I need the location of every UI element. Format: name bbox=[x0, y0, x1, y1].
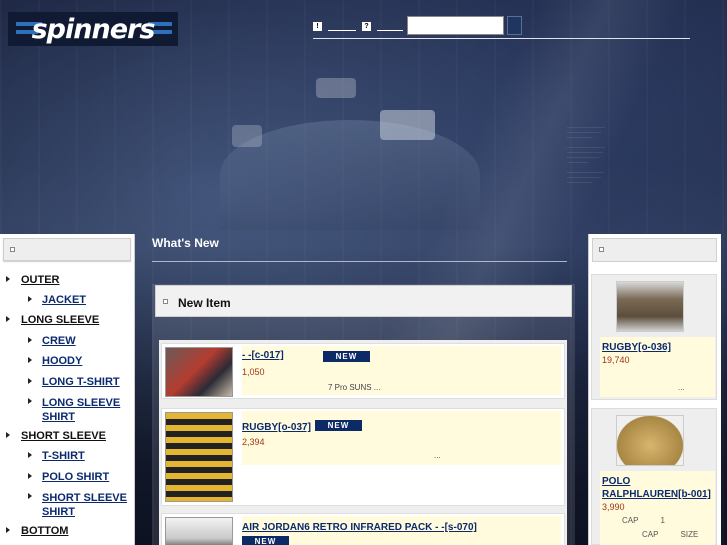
header-divider bbox=[313, 38, 690, 39]
background-car bbox=[316, 78, 356, 98]
ranking-item-note: ... bbox=[678, 383, 685, 392]
ranking-item: RUGBY[o-036] 19,740 ... bbox=[591, 274, 717, 400]
product-image[interactable] bbox=[616, 281, 684, 332]
top-nav: ! ? bbox=[313, 18, 403, 34]
category-short-sleeve-shirt[interactable]: SHORT SLEEVE SHIRT bbox=[42, 491, 132, 519]
new-item-header: New Item bbox=[155, 285, 572, 317]
page-title: What's New bbox=[152, 236, 219, 250]
list-item: - -[c-017] NEW 1,050 7 Pro SUNS ... bbox=[161, 343, 565, 399]
category-jacket[interactable]: JACKET bbox=[42, 294, 86, 306]
arrow-right-icon bbox=[6, 316, 10, 322]
item-name-link[interactable]: RUGBY[o-037] bbox=[242, 422, 311, 433]
ranking-info: POLO RALPHLAUREN[b-001] 3,990 CAP 1 CAP … bbox=[600, 471, 715, 545]
arrow-right-icon bbox=[28, 296, 32, 302]
new-badge: NEW bbox=[315, 420, 362, 431]
item-description: ... bbox=[434, 451, 441, 460]
arrow-right-icon bbox=[28, 357, 32, 363]
item-info: AIR JORDAN6 RETRO INFRARED PACK - -[s-07… bbox=[242, 516, 561, 545]
arrow-right-icon bbox=[6, 276, 10, 282]
title-divider bbox=[152, 261, 567, 262]
product-thumbnail[interactable] bbox=[165, 347, 233, 397]
arrow-right-icon bbox=[28, 398, 32, 404]
item-price: 1,050 bbox=[242, 367, 265, 377]
category-sidebar: OUTER JACKET LONG SLEEVE CREW HOODY LONG… bbox=[0, 234, 135, 545]
nav-link-help[interactable] bbox=[377, 22, 403, 31]
new-badge: NEW bbox=[323, 351, 370, 362]
search-button[interactable] bbox=[507, 16, 522, 35]
logo-text: spinners bbox=[31, 13, 156, 45]
category-long-sleeve[interactable]: LONG SLEEVE bbox=[21, 314, 99, 326]
item-info: - -[c-017] NEW 1,050 7 Pro SUNS ... bbox=[242, 346, 561, 395]
square-bullet-icon bbox=[163, 299, 168, 304]
ranking-info: RUGBY[o-036] 19,740 ... bbox=[600, 337, 715, 397]
arrow-right-icon bbox=[28, 337, 32, 343]
item-name-link[interactable]: - -[c-017] bbox=[242, 350, 284, 361]
product-image[interactable] bbox=[616, 415, 684, 466]
category-short-sleeve[interactable]: SHORT SLEEVE bbox=[21, 430, 106, 442]
item-name-link[interactable]: AIR JORDAN6 RETRO INFRARED PACK - -[s-07… bbox=[242, 522, 477, 533]
square-bullet-icon bbox=[599, 247, 604, 252]
ranking-item-note: CAP 1 bbox=[622, 516, 665, 525]
site-logo[interactable]: spinners bbox=[8, 12, 178, 46]
arrow-right-icon bbox=[28, 452, 32, 458]
category-crew[interactable]: CREW bbox=[42, 335, 76, 347]
item-price: 2,394 bbox=[242, 437, 265, 447]
ranking-item: POLO RALPHLAUREN[b-001] 3,990 CAP 1 CAP … bbox=[591, 408, 717, 545]
item-description: 7 Pro SUNS ... bbox=[328, 383, 381, 392]
category-long-sleeve-shirt[interactable]: LONG SLEEVE SHIRT bbox=[42, 396, 132, 424]
arrow-right-icon bbox=[28, 378, 32, 384]
logo-stripe bbox=[152, 30, 172, 34]
arrow-right-icon bbox=[6, 432, 10, 438]
new-badge: NEW bbox=[242, 536, 289, 545]
arrow-right-icon bbox=[28, 493, 32, 499]
ranking-header bbox=[592, 238, 717, 262]
help-icon[interactable]: ? bbox=[362, 21, 371, 31]
section-title: New Item bbox=[178, 296, 231, 310]
square-bullet-icon bbox=[10, 247, 15, 252]
search-input[interactable] bbox=[407, 16, 504, 35]
info-icon[interactable]: ! bbox=[313, 21, 322, 31]
product-thumbnail[interactable] bbox=[165, 517, 233, 545]
category-bottom[interactable]: BOTTOM bbox=[21, 525, 68, 537]
arrow-right-icon bbox=[28, 473, 32, 479]
nav-link-info[interactable] bbox=[328, 22, 356, 31]
ranking-item-note: CAP SIZE bbox=[642, 530, 699, 539]
sidebar-header bbox=[3, 238, 131, 261]
ranking-item-name[interactable]: RUGBY[o-036] bbox=[602, 341, 671, 354]
category-long-t-shirt[interactable]: LONG T-SHIRT bbox=[42, 376, 120, 388]
product-thumbnail[interactable] bbox=[165, 412, 233, 502]
background-car bbox=[232, 125, 262, 147]
background-car bbox=[380, 110, 435, 140]
background-decor-text: ────────────────── ──────────────── ────… bbox=[567, 125, 606, 184]
item-info: RUGBY[o-037] NEW 2,394 ... bbox=[242, 411, 561, 465]
ranking-item-name[interactable]: POLO RALPHLAUREN[b-001] bbox=[602, 475, 712, 501]
ranking-item-price: 19,740 bbox=[602, 355, 630, 365]
category-hoody[interactable]: HOODY bbox=[42, 355, 82, 367]
category-t-shirt[interactable]: T-SHIRT bbox=[42, 450, 85, 462]
arrow-right-icon bbox=[6, 527, 10, 533]
category-polo-shirt[interactable]: POLO SHIRT bbox=[42, 471, 109, 483]
list-item: AIR JORDAN6 RETRO INFRARED PACK - -[s-07… bbox=[161, 513, 565, 545]
category-outer[interactable]: OUTER bbox=[21, 274, 60, 286]
ranking-item-price: 3,990 bbox=[602, 502, 625, 512]
list-item: RUGBY[o-037] NEW 2,394 ... bbox=[161, 408, 565, 506]
